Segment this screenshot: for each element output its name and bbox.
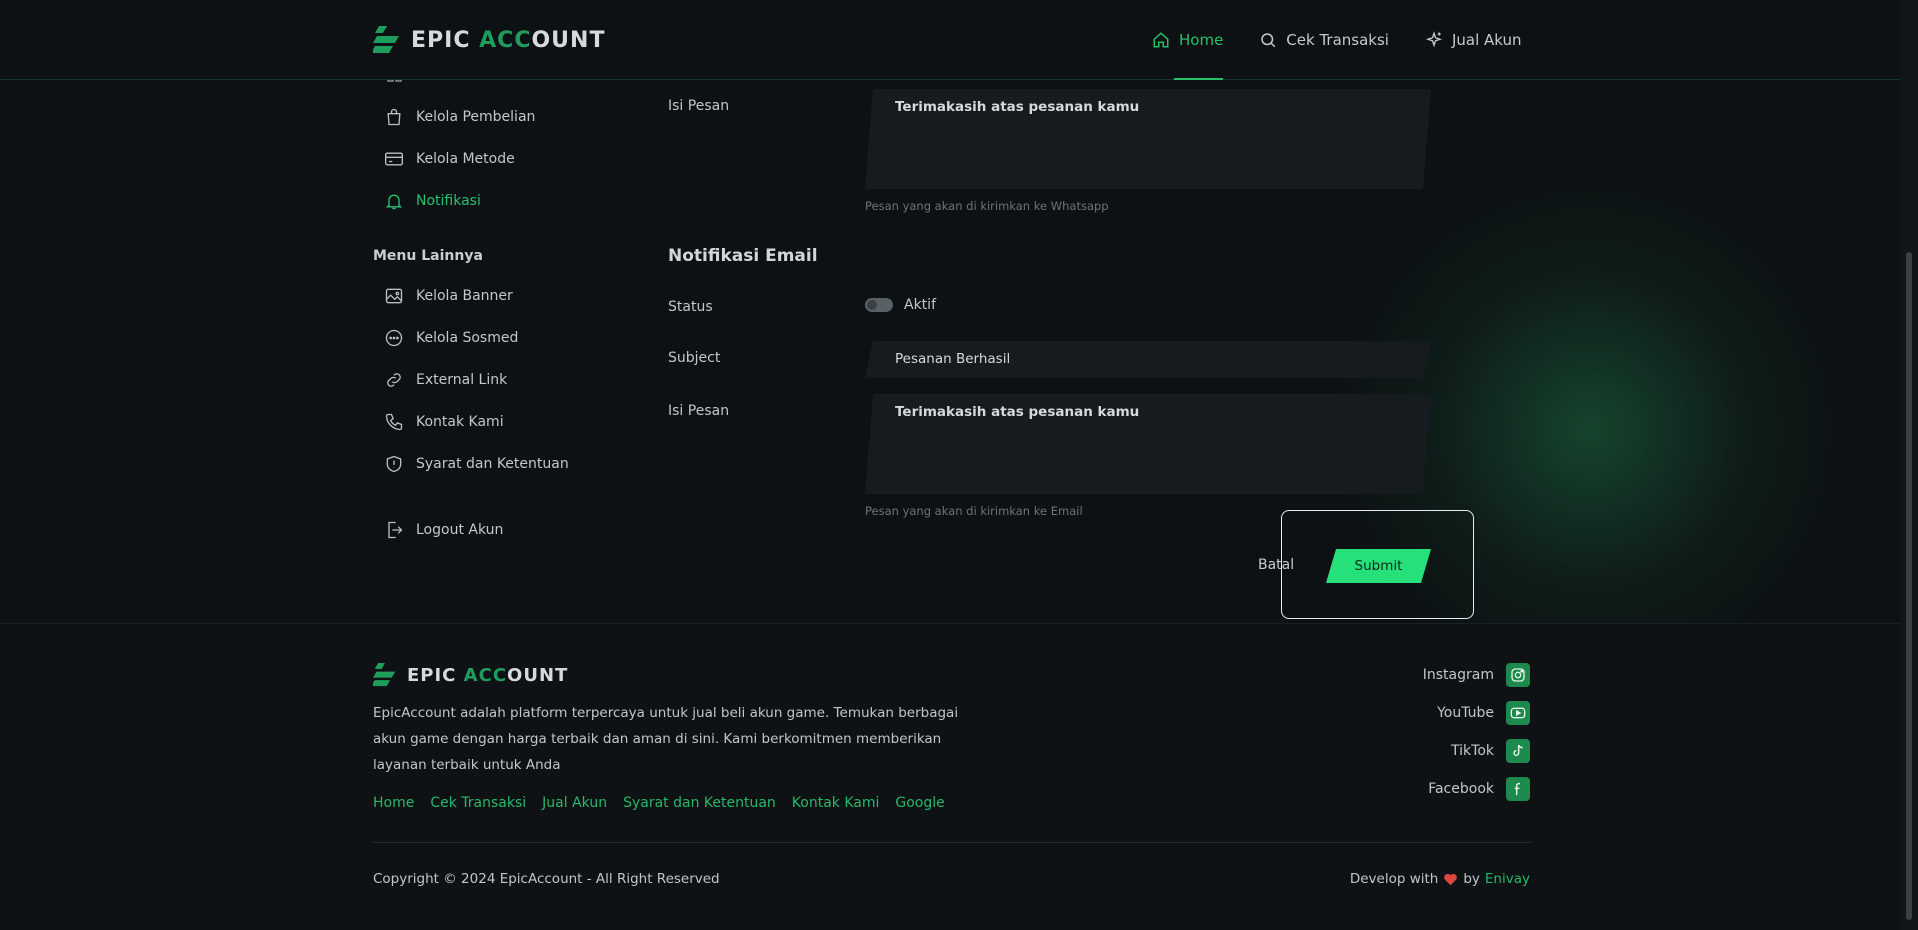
nav-cek-transaksi[interactable]: Cek Transaksi <box>1259 0 1389 80</box>
footer-link-kontak-kami[interactable]: Kontak Kami <box>792 795 880 811</box>
developer-link[interactable]: Enivay <box>1485 871 1530 887</box>
facebook-icon <box>1506 777 1530 801</box>
logo-mark-icon <box>373 663 396 687</box>
sidebar-item-kelola-pembelian[interactable]: Kelola Pembelian <box>384 107 535 127</box>
copyright-text: Copyright © 2024 EpicAccount - All Right… <box>373 871 720 887</box>
sidebar-item-label: Kelola Pembelian <box>416 109 536 125</box>
email-message-label: Isi Pesan <box>668 403 730 419</box>
home-icon <box>1153 32 1169 48</box>
social-facebook[interactable]: Facebook <box>1428 777 1530 801</box>
develop-by: by <box>1463 871 1480 887</box>
footer-brand-name: EPIC ACCOUNT <box>407 664 569 686</box>
nav-cek-transaksi-label: Cek Transaksi <box>1286 31 1389 49</box>
footer-brand-logo[interactable]: EPIC ACCOUNT <box>373 663 568 687</box>
shopping-bag-icon <box>387 108 401 126</box>
sparkle-icon <box>1425 31 1443 48</box>
social-label: YouTube <box>1437 705 1494 721</box>
develop-prefix: Develop with <box>1349 871 1439 887</box>
sidebar-item-kelola-metode[interactable]: Kelola Metode <box>384 149 515 169</box>
sidebar-item-label: Logout Akun <box>416 522 504 538</box>
link-icon <box>387 373 401 387</box>
main-nav: Home Cek Transaksi Jual Akun <box>1152 0 1522 80</box>
social-tiktok[interactable]: TikTok <box>1451 739 1530 763</box>
logo-mark-icon <box>373 26 399 53</box>
email-subject-label: Subject <box>668 350 721 366</box>
nav-jual-akun[interactable]: Jual Akun <box>1425 0 1522 80</box>
sidebar-item-notifikasi[interactable]: Notifikasi <box>384 191 481 211</box>
footer-divider <box>373 842 1531 843</box>
instagram-icon <box>1506 663 1530 687</box>
footer-link-cek-transaksi[interactable]: Cek Transaksi <box>430 795 526 811</box>
top-navbar: EPIC ACCOUNT Home Cek Transaksi Jual Aku… <box>0 0 1900 80</box>
brand-logo[interactable]: EPIC ACCOUNT <box>373 26 605 54</box>
sidebar-item-logout[interactable]: Logout Akun <box>384 520 503 540</box>
credit-card-icon <box>385 152 403 166</box>
sidebar-item-external-link[interactable]: External Link <box>384 370 507 390</box>
developer-credit: Develop with by Enivay <box>1350 871 1530 887</box>
footer-link-jual-akun[interactable]: Jual Akun <box>542 795 607 811</box>
email-section-title: Notifikasi Email <box>668 246 818 266</box>
social-youtube[interactable]: YouTube <box>1437 701 1530 725</box>
brand-name: EPIC ACCOUNT <box>411 27 606 53</box>
shield-icon <box>386 455 402 473</box>
social-instagram[interactable]: Instagram <box>1423 663 1530 687</box>
bell-icon <box>385 194 403 210</box>
social-label: Instagram <box>1422 667 1494 683</box>
heart-icon <box>1444 873 1458 886</box>
sidebar-item-label: External Link <box>416 372 508 388</box>
sidebar-item-kelola-banner[interactable]: Kelola Banner <box>384 286 513 306</box>
email-message-hint: Pesan yang akan di kirimkan ke Email <box>865 504 1083 518</box>
nav-home-label: Home <box>1179 31 1224 49</box>
sidebar-item-label: Kelola Sosmed <box>416 330 519 346</box>
scrollbar-thumb[interactable] <box>1906 252 1912 920</box>
email-message-value[interactable]: Terimakasih atas pesanan kamu <box>895 404 1139 420</box>
sidebar-item-syarat-ketentuan[interactable]: Syarat dan Ketentuan <box>384 454 569 474</box>
sidebar-item-kelola-sosmed[interactable]: Kelola Sosmed <box>384 328 518 348</box>
whatsapp-message-hint: Pesan yang akan di kirimkan ke Whatsapp <box>865 199 1109 213</box>
cancel-button[interactable]: Batal <box>1258 557 1294 573</box>
footer-link-syarat-ketentuan[interactable]: Syarat dan Ketentuan <box>623 795 776 811</box>
footer-links: Home Cek Transaksi Jual Akun Syarat dan … <box>373 795 945 811</box>
social-label: Facebook <box>1428 781 1494 797</box>
whatsapp-message-label: Isi Pesan <box>668 98 730 114</box>
logout-icon <box>388 521 403 539</box>
sidebar-heading-menu-lainnya: Menu Lainnya <box>373 248 483 264</box>
sidebar-item-label: Kontak Kami <box>416 414 504 430</box>
sidebar-item-label: Syarat dan Ketentuan <box>416 456 569 472</box>
youtube-icon <box>1506 701 1530 725</box>
sidebar-item-label: Notifikasi <box>416 193 481 209</box>
search-icon <box>1261 33 1276 48</box>
social-label: TikTok <box>1451 743 1494 759</box>
sidebar-item-label: Kelola Metode <box>416 151 515 167</box>
email-status-label: Status <box>668 299 713 315</box>
whatsapp-message-value[interactable]: Terimakasih atas pesanan kamu <box>895 99 1139 115</box>
footer-link-home[interactable]: Home <box>373 795 414 811</box>
nav-home[interactable]: Home <box>1152 0 1224 80</box>
sidebar-item-kontak-kami[interactable]: Kontak Kami <box>384 412 504 432</box>
nav-jual-akun-label: Jual Akun <box>1451 31 1522 49</box>
email-status-toggle[interactable] <box>865 298 893 312</box>
page-scrollbar[interactable] <box>1900 0 1918 930</box>
footer-description: EpicAccount adalah platform terpercaya u… <box>373 705 959 773</box>
chat-icon <box>385 329 403 347</box>
email-subject-value[interactable]: Pesanan Berhasil <box>895 351 1010 367</box>
sidebar-item-label: Kelola Banner <box>416 288 513 304</box>
email-status-value: Aktif <box>904 297 936 313</box>
submit-button[interactable]: Submit <box>1326 549 1431 583</box>
tiktok-icon <box>1506 739 1530 763</box>
image-icon <box>385 288 403 304</box>
phone-icon <box>385 413 403 431</box>
footer-link-google[interactable]: Google <box>895 795 944 811</box>
